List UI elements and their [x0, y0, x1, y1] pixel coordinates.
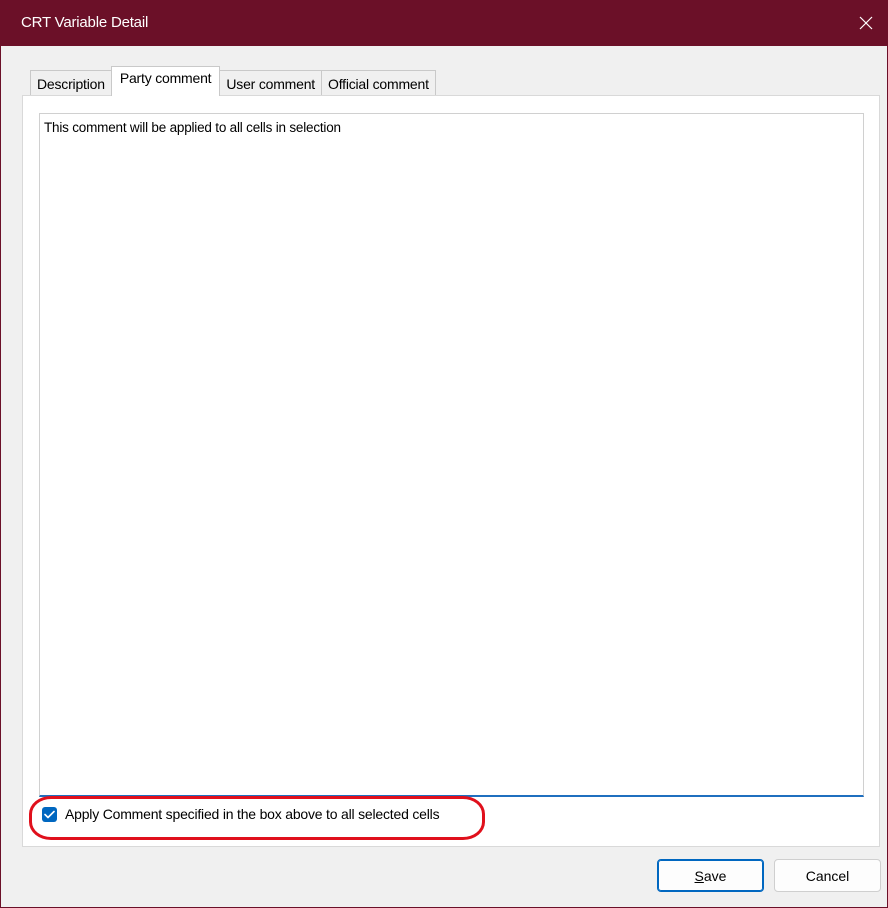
save-label: ave: [703, 867, 727, 884]
tab-description[interactable]: Description: [30, 70, 112, 96]
tab-label: User comment: [226, 75, 315, 92]
close-icon: [859, 16, 873, 30]
comment-textarea[interactable]: This comment will be applied to all cell…: [39, 113, 864, 797]
close-button[interactable]: [843, 0, 888, 46]
comment-text: This comment will be applied to all cell…: [44, 120, 341, 135]
checkmark-icon: [44, 810, 55, 818]
apply-comment-label: Apply Comment specified in the box above…: [65, 806, 440, 822]
party-comment-panel: This comment will be applied to all cell…: [22, 95, 880, 847]
dialog-window: CRT Variable Detail Description Party co…: [0, 0, 888, 908]
save-button[interactable]: Save: [657, 859, 764, 892]
cancel-label: Cancel: [805, 867, 850, 884]
apply-comment-option[interactable]: Apply Comment specified in the box above…: [42, 806, 440, 822]
tab-label: Description: [37, 75, 105, 92]
tab-party-comment[interactable]: Party comment: [110, 66, 221, 96]
apply-comment-checkbox[interactable]: [42, 806, 57, 822]
window-title: CRT Variable Detail: [21, 14, 149, 31]
tab-user-comment[interactable]: User comment: [219, 70, 322, 96]
save-mnemonic: S: [694, 867, 704, 884]
title-bar: CRT Variable Detail: [1, 0, 888, 46]
tab-official-comment[interactable]: Official comment: [321, 70, 436, 96]
tab-label: Party comment: [119, 70, 212, 86]
cancel-button[interactable]: Cancel: [774, 859, 881, 892]
tab-label: Official comment: [328, 75, 429, 92]
tab-strip: Description Party comment User comment O…: [30, 66, 436, 96]
